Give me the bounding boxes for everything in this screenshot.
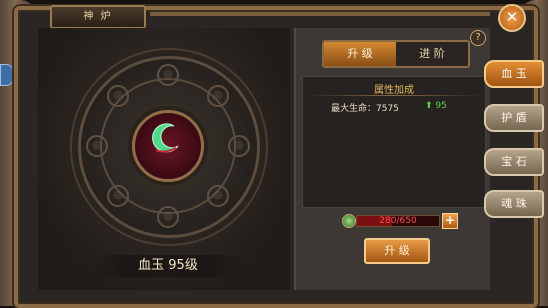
progress-text: 280/650 <box>379 216 417 226</box>
tab-advance[interactable]: 进 阶 <box>396 42 468 66</box>
side-tab-gem[interactable]: 宝 石 <box>484 148 544 176</box>
stat-gain: ⬆ 95 <box>425 101 447 111</box>
attribute-bonus-box: 属性加成 最大生命：7575 ⬆ 95 <box>302 76 486 208</box>
rune-icon: ◎ <box>107 85 129 107</box>
help-icon[interactable]: ? <box>470 30 486 46</box>
rune-icon: ◎ <box>207 185 229 207</box>
max-hp-stat: 最大生命：7575 <box>331 104 399 114</box>
rune-icon: ◎ <box>86 135 108 157</box>
rune-icon: ◎ <box>157 64 179 86</box>
material-icon <box>342 214 356 228</box>
side-tab-soul-pearl[interactable]: 魂 珠 <box>484 190 544 218</box>
mode-switch: 升 级 进 阶 <box>322 40 470 68</box>
rune-icon: ◎ <box>157 206 179 228</box>
rune-icon: ◎ <box>107 185 129 207</box>
stat-gain-value: 95 <box>435 101 447 111</box>
side-tab-shield[interactable]: 护 盾 <box>484 104 544 132</box>
item-name-level: 血玉 95级 <box>94 255 242 277</box>
blood-jade-icon <box>152 123 179 153</box>
attribute-title: 属性加成 <box>374 85 414 96</box>
window-title: 神 炉 <box>50 5 146 29</box>
rune-icon: ◎ <box>207 85 229 107</box>
side-expand-handle[interactable] <box>0 64 14 86</box>
up-arrow-icon: ⬆ <box>425 101 433 111</box>
side-tab-blood-jade[interactable]: 血 玉 <box>484 60 544 88</box>
rune-icon: ◎ <box>228 135 250 157</box>
close-icon: ✕ <box>505 8 519 26</box>
top-bar-divider <box>150 12 490 16</box>
divider <box>305 95 483 96</box>
close-button[interactable]: ✕ <box>498 4 526 32</box>
tab-upgrade[interactable]: 升 级 <box>324 42 396 66</box>
add-material-button[interactable]: + <box>442 213 458 229</box>
upgrade-button[interactable]: 升 级 <box>364 238 430 264</box>
material-progress-bar: 280/650 <box>356 215 440 227</box>
